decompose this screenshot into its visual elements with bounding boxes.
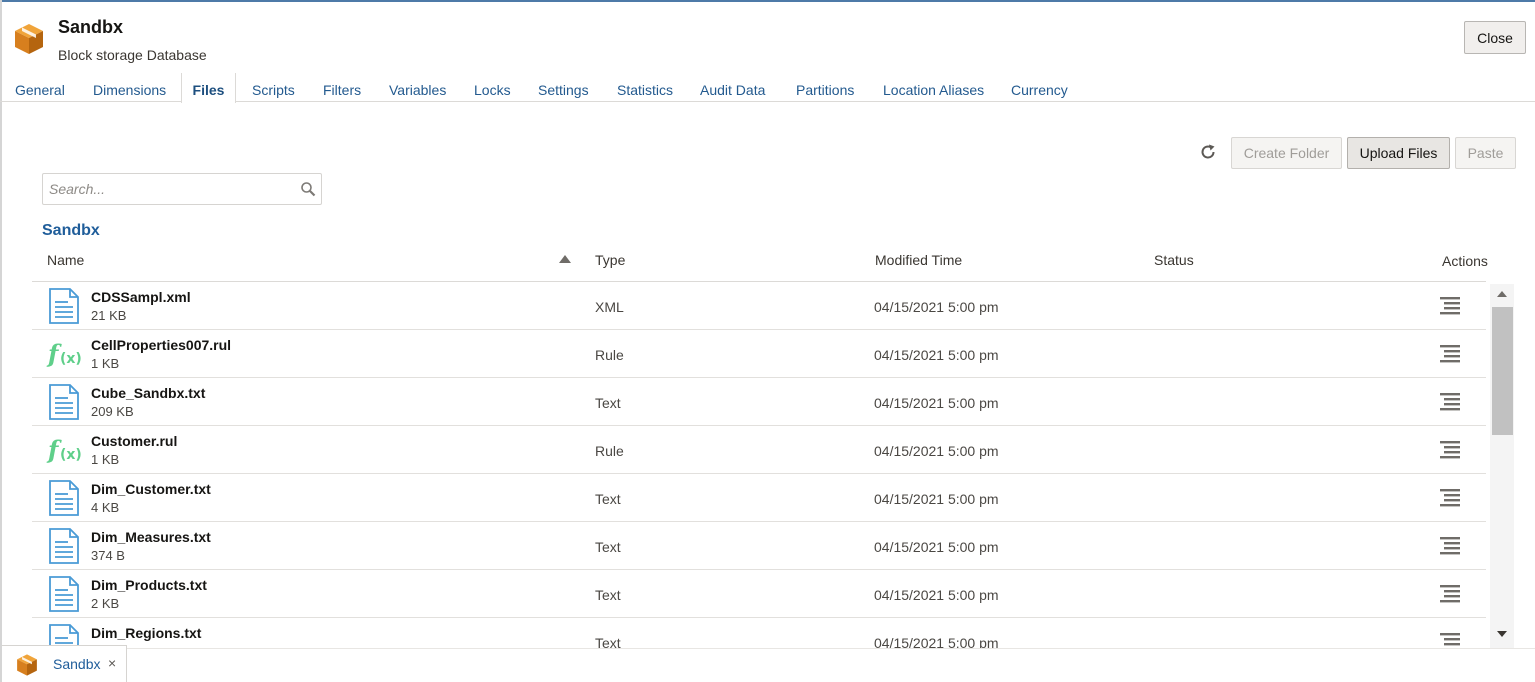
close-tab-icon[interactable]: × [108,655,116,671]
file-name[interactable]: Dim_Products.txt [91,577,207,593]
search-input[interactable] [43,174,283,204]
table-row[interactable]: Dim_Regions.txt Text 04/15/2021 5:00 pm [32,618,1486,648]
file-size: 209 KB [91,404,134,419]
file-modified-time: 04/15/2021 5:00 pm [874,395,999,411]
table-row[interactable]: f (x) Customer.rul 1 KB Rule 04/15/2021 5… [32,426,1486,474]
table-row[interactable]: Dim_Products.txt 2 KB Text 04/15/2021 5:… [32,570,1486,618]
tab-partitions[interactable]: Partitions [796,73,854,102]
tab-location-aliases[interactable]: Location Aliases [883,73,984,102]
tab-audit-data[interactable]: Audit Data [700,73,765,102]
file-name[interactable]: Cube_Sandbx.txt [91,385,205,401]
table-row[interactable]: f (x) CellProperties007.rul 1 KB Rule 04/… [32,330,1486,378]
search-icon[interactable] [300,181,316,197]
tab-settings[interactable]: Settings [538,73,589,102]
column-header-actions: Actions [1442,253,1488,269]
file-table: CDSSampl.xml 21 KB XML 04/15/2021 5:00 p… [32,282,1486,648]
document-icon [49,528,79,564]
file-modified-time: 04/15/2021 5:00 pm [874,491,999,507]
file-name[interactable]: Dim_Customer.txt [91,481,211,497]
file-modified-time: 04/15/2021 5:00 pm [874,443,999,459]
file-type: Text [595,587,621,603]
tab-currency[interactable]: Currency [1011,73,1068,102]
tab-statistics[interactable]: Statistics [617,73,673,102]
file-name[interactable]: Customer.rul [91,433,177,449]
actions-menu-icon[interactable] [1440,537,1460,555]
file-size: 374 B [91,548,125,563]
table-row[interactable]: Dim_Customer.txt 4 KB Text 04/15/2021 5:… [32,474,1486,522]
file-type: Text [595,395,621,411]
scroll-up-arrow-icon[interactable] [1496,290,1508,298]
column-header-modified-time[interactable]: Modified Time [875,252,962,268]
actions-menu-icon[interactable] [1440,393,1460,411]
refresh-icon[interactable] [1198,142,1218,162]
file-size: 1 KB [91,356,120,371]
function-icon: f (x) [46,339,82,368]
page-title: Sandbx [58,17,124,37]
table-row[interactable]: Dim_Measures.txt 374 B Text 04/15/2021 5… [32,522,1486,570]
column-header-status[interactable]: Status [1154,252,1194,268]
create-folder-button[interactable]: Create Folder [1231,137,1342,169]
tab-general[interactable]: General [15,73,65,102]
window-left-border [0,0,2,682]
close-button[interactable]: Close [1464,21,1526,54]
file-name[interactable]: CDSSampl.xml [91,289,191,305]
actions-menu-icon[interactable] [1440,297,1460,315]
cube-icon [15,24,43,54]
actions-menu-icon[interactable] [1440,489,1460,507]
scrollbar-thumb[interactable] [1492,307,1513,435]
tab-scripts[interactable]: Scripts [252,73,295,102]
actions-menu-icon[interactable] [1440,441,1460,459]
file-modified-time: 04/15/2021 5:00 pm [874,347,999,363]
table-row[interactable]: CDSSampl.xml 21 KB XML 04/15/2021 5:00 p… [32,282,1486,330]
file-modified-time: 04/15/2021 5:00 pm [874,539,999,555]
tab-locks[interactable]: Locks [474,73,511,102]
file-type: Rule [595,443,624,459]
open-document-tab[interactable]: Sandbx × [2,645,127,682]
document-icon [49,480,79,516]
open-document-tab-label[interactable]: Sandbx [53,656,100,672]
file-type: Text [595,491,621,507]
upload-files-button[interactable]: Upload Files [1347,137,1450,169]
paste-button[interactable]: Paste [1455,137,1516,169]
file-name[interactable]: Dim_Regions.txt [91,625,201,641]
tab-dimensions[interactable]: Dimensions [93,73,166,102]
folder-title[interactable]: Sandbx [42,222,100,240]
file-size: 4 KB [91,500,120,515]
column-header-name[interactable]: Name [47,252,84,268]
page-subtitle: Block storage Database [58,47,207,63]
file-size: 1 KB [91,452,120,467]
bottom-divider [2,648,1535,649]
file-size: 2 KB [91,596,120,611]
actions-menu-icon[interactable] [1440,345,1460,363]
file-modified-time: 04/15/2021 5:00 pm [874,635,999,648]
table-row[interactable]: Cube_Sandbx.txt 209 KB Text 04/15/2021 5… [32,378,1486,426]
svg-text:(x): (x) [60,351,82,367]
document-icon [49,384,79,420]
file-type: Text [595,635,621,648]
file-modified-time: 04/15/2021 5:00 pm [874,299,999,315]
tab-bar: General Dimensions Files Scripts Filters… [0,73,1535,103]
tab-files[interactable]: Files [181,73,236,103]
tab-filters[interactable]: Filters [323,73,361,102]
document-icon [49,576,79,612]
column-header-type[interactable]: Type [595,252,625,268]
tab-variables[interactable]: Variables [389,73,446,102]
file-type: Text [595,539,621,555]
file-name[interactable]: Dim_Measures.txt [91,529,211,545]
file-name[interactable]: CellProperties007.rul [91,337,231,353]
search-box [42,173,322,205]
function-icon: f (x) [46,435,82,464]
file-type: Rule [595,347,624,363]
sort-ascending-icon[interactable] [558,254,572,264]
svg-text:(x): (x) [60,447,82,463]
file-type: XML [595,299,624,315]
file-modified-time: 04/15/2021 5:00 pm [874,587,999,603]
scroll-down-arrow-icon[interactable] [1496,630,1508,638]
file-size: 21 KB [91,308,127,323]
document-icon [49,288,79,324]
actions-menu-icon[interactable] [1440,585,1460,603]
cube-icon [17,654,37,676]
window-top-border [0,0,1535,2]
actions-menu-icon[interactable] [1440,633,1460,648]
